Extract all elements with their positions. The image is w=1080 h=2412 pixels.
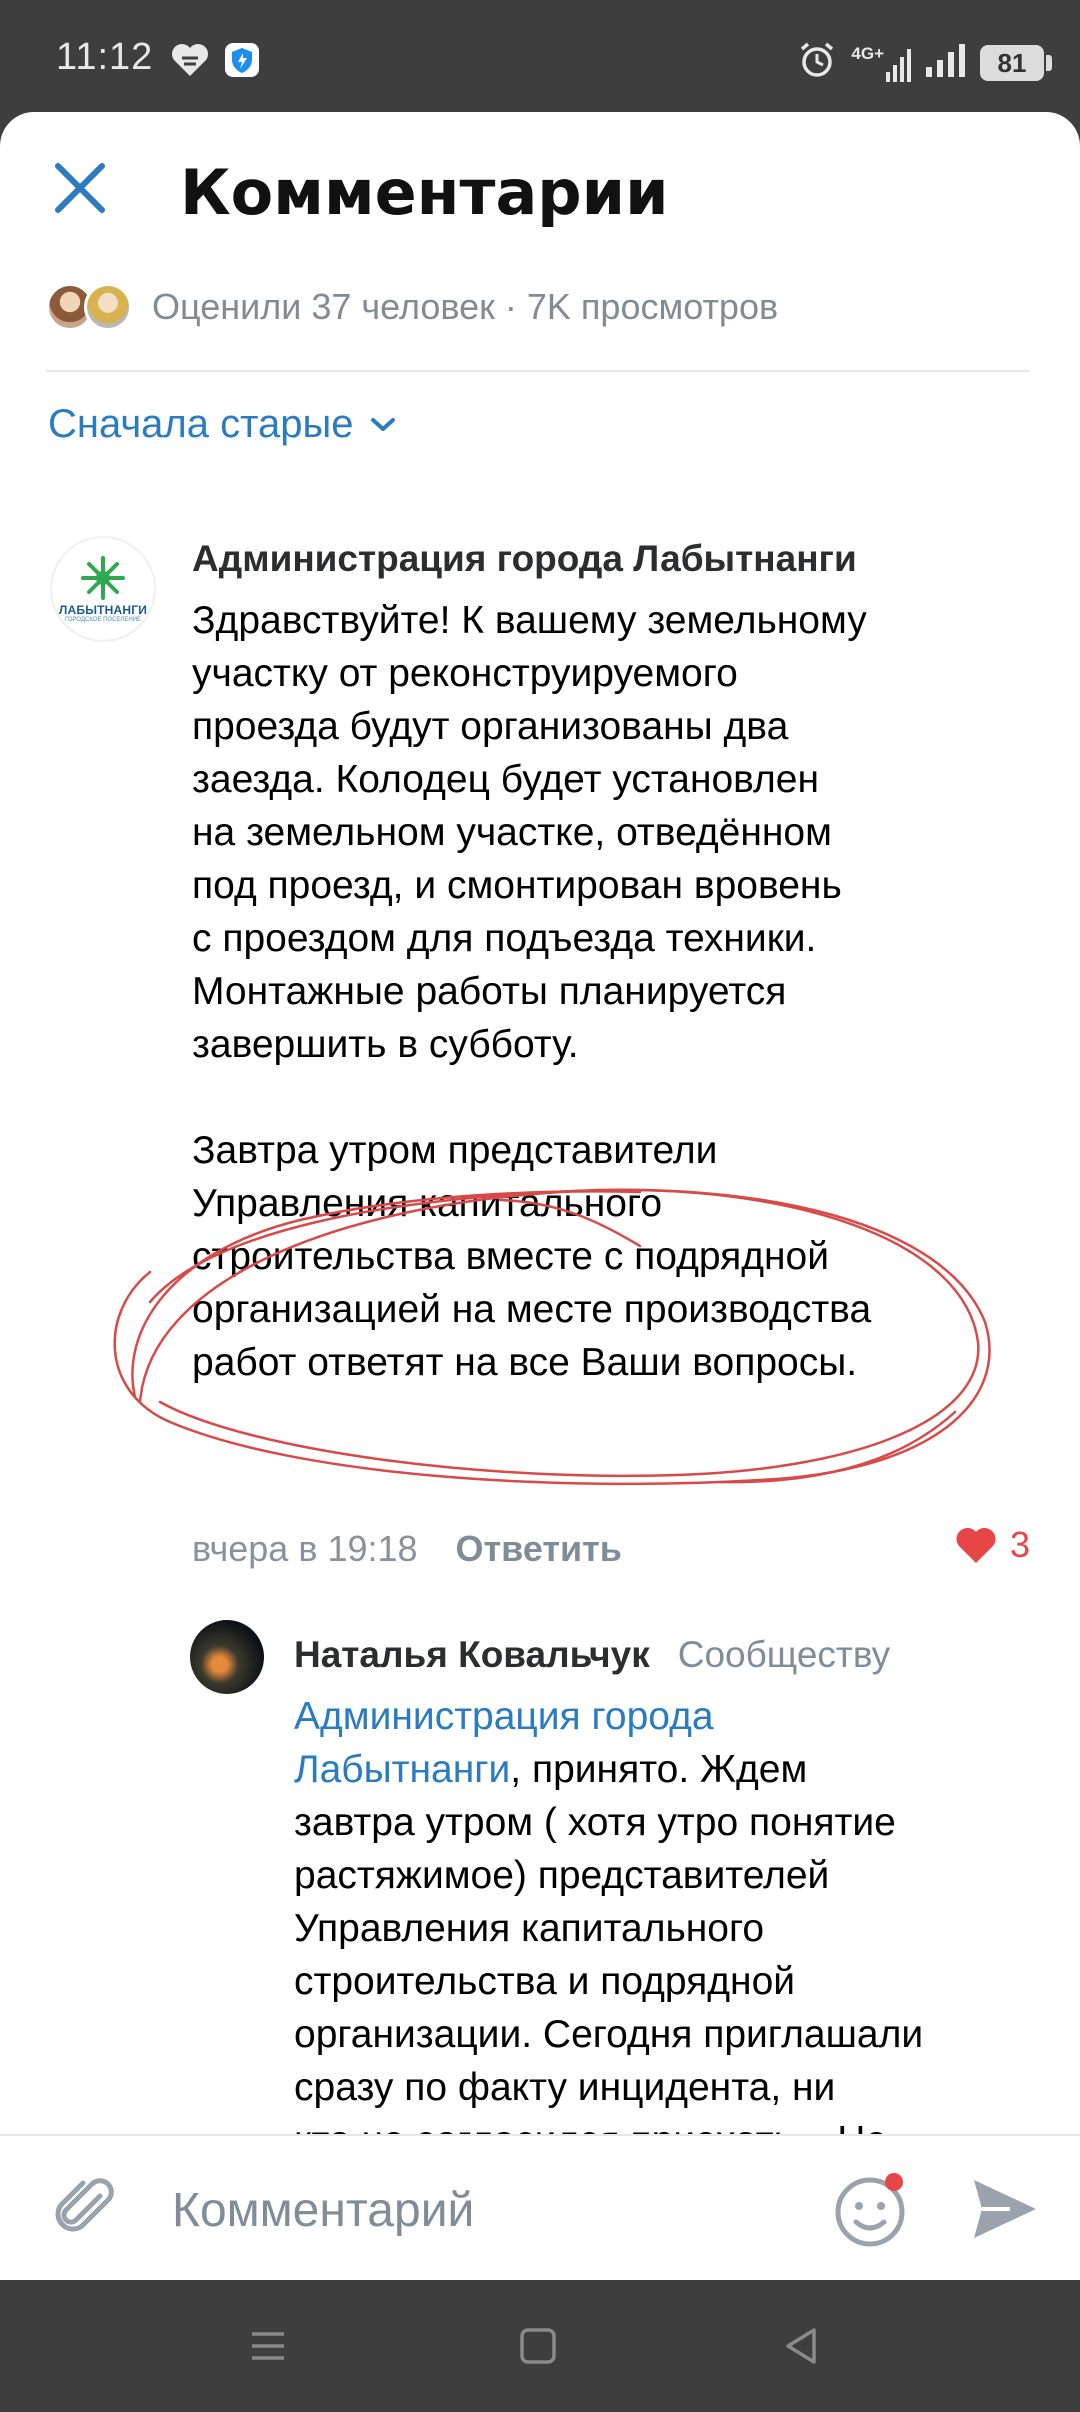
like-button[interactable]: 3 xyxy=(954,1524,1030,1566)
comment-meta: вчера в 19:18 Ответить xyxy=(192,1528,622,1570)
avatar[interactable]: ЛАБЫТНАНГИ ГОРОДСКОЕ ПОСЕЛЕНИЕ xyxy=(50,536,156,642)
close-button[interactable] xyxy=(50,158,130,238)
security-app-icon xyxy=(224,42,260,83)
send-icon xyxy=(974,2180,1036,2238)
sort-label: Сначала старые xyxy=(48,402,354,446)
comment: Администрация города Лабытнанги Здравств… xyxy=(192,538,1042,1389)
home-nav-button[interactable] xyxy=(516,2324,560,2373)
battery-indicator: 81 xyxy=(980,44,1052,81)
menu-nav-button[interactable] xyxy=(246,2324,290,2373)
chevron-down-icon xyxy=(370,417,395,431)
attach-button[interactable] xyxy=(50,2174,120,2249)
alarm-icon xyxy=(797,40,837,85)
back-nav-button[interactable] xyxy=(780,2324,824,2373)
close-icon xyxy=(55,163,105,213)
emoji-button[interactable] xyxy=(832,2170,912,2255)
likes-summary[interactable]: Оценили 37 человек · 7K просмотров xyxy=(46,272,778,342)
comment-composer xyxy=(0,2134,1080,2280)
reply-button[interactable]: Ответить xyxy=(456,1528,622,1570)
comments-sheet: Комментарии Оценили 37 человек · 7K прос… xyxy=(0,112,1080,2280)
network-type-label: 4G+ xyxy=(851,43,884,63)
snowflake-logo-icon xyxy=(81,556,125,600)
divider xyxy=(46,370,1030,372)
system-nav-bar xyxy=(0,2280,1080,2412)
signal-icon xyxy=(926,43,966,82)
likes-summary-text: Оценили 37 человек · 7K просмотров xyxy=(152,286,779,327)
comment-time: вчера в 19:18 xyxy=(192,1528,418,1569)
reply-author[interactable]: Наталья Ковальчук xyxy=(294,1634,650,1676)
reply-target: Сообществу xyxy=(677,1634,891,1675)
logo-subtext: ГОРОДСКОЕ ПОСЕЛЕНИЕ xyxy=(64,617,142,623)
sort-dropdown[interactable]: Сначала старые xyxy=(48,402,398,447)
comment-author[interactable]: Администрация города Лабытнанги xyxy=(192,538,1042,580)
header: Комментарии xyxy=(0,112,1080,272)
status-left-icons xyxy=(170,42,260,83)
status-time: 11:12 xyxy=(56,36,154,78)
reply-comment: Наталья Ковальчук Сообществу Администрац… xyxy=(294,1634,1054,2220)
home-square-icon xyxy=(520,2328,556,2364)
back-triangle-icon xyxy=(786,2328,816,2364)
network-4g-icon: 4G+ xyxy=(851,44,912,82)
heart-shield-icon xyxy=(170,42,210,83)
paperclip-icon xyxy=(55,2178,114,2232)
like-count: 3 xyxy=(1009,1524,1030,1565)
comment-input[interactable] xyxy=(170,2170,790,2250)
send-button[interactable] xyxy=(970,2176,1040,2247)
reply-header: Наталья Ковальчук Сообществу xyxy=(294,1634,1054,1676)
heart-icon xyxy=(956,1527,996,1563)
comment-text: Здравствуйте! К вашему земельному участк… xyxy=(192,599,872,1384)
smiley-icon xyxy=(835,2173,905,2247)
liker-avatar xyxy=(84,283,132,331)
menu-icon xyxy=(252,2332,284,2360)
status-right-icons: 4G+ 81 xyxy=(797,40,1052,85)
page-title: Комментарии xyxy=(180,156,669,229)
logo-text: ЛАБЫТНАНГИ xyxy=(58,603,148,617)
status-bar: 11:12 4G+ 81 xyxy=(0,0,1080,118)
avatar[interactable] xyxy=(190,1620,264,1694)
